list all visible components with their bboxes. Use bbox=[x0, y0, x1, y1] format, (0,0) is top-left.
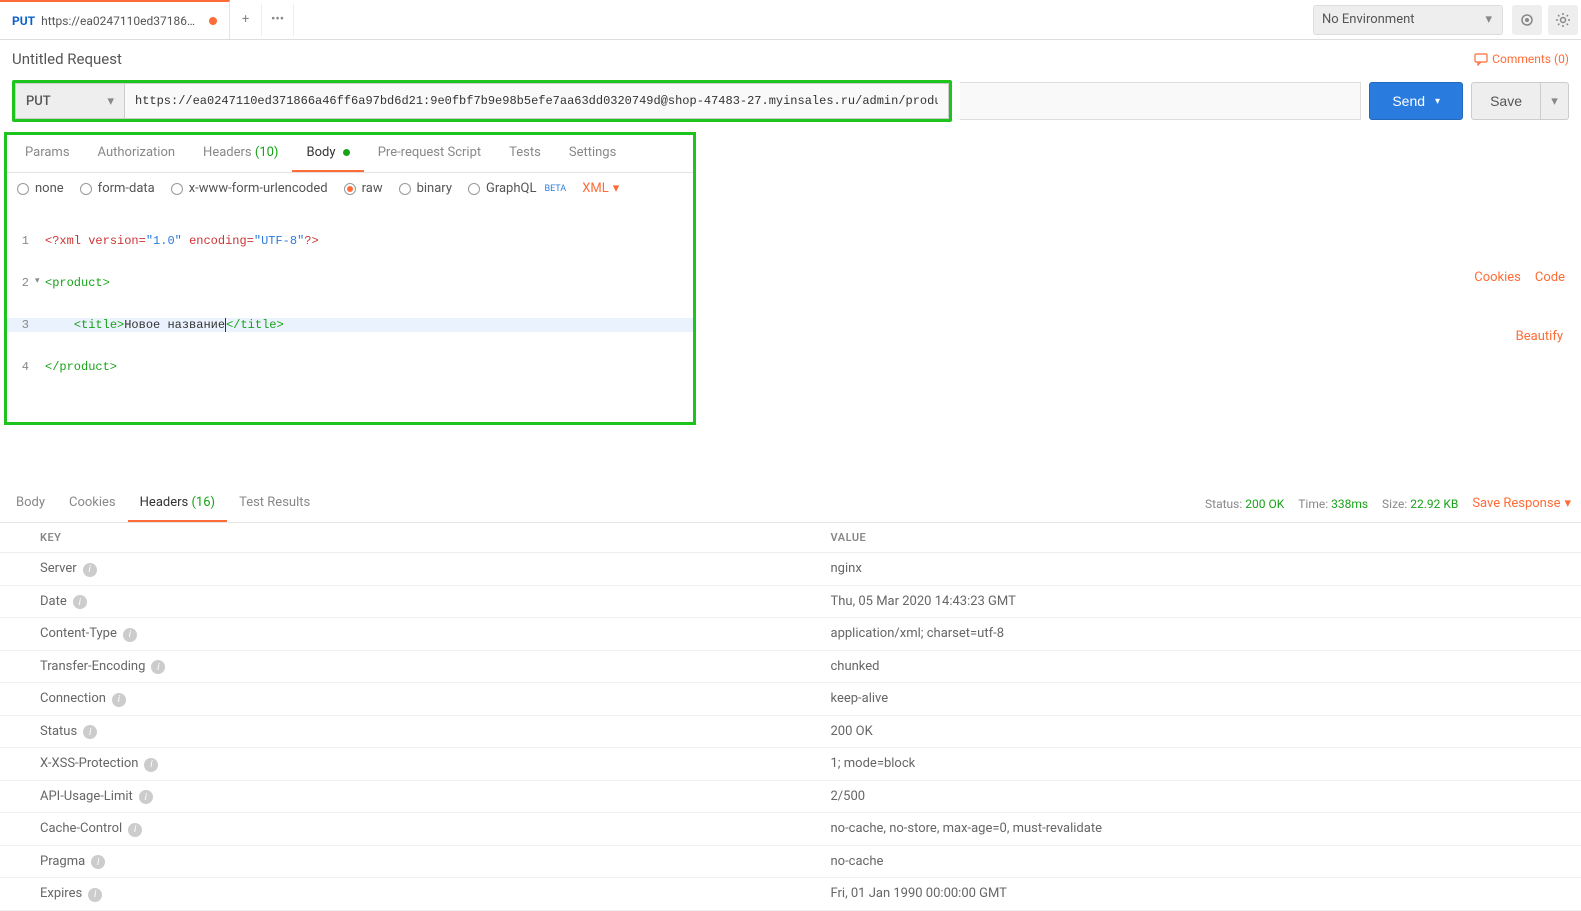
tab-headers[interactable]: Headers (10) bbox=[189, 135, 292, 172]
header-value: 1; mode=block bbox=[791, 748, 1581, 781]
body-editor[interactable]: 1 <?xml version="1.0" encoding="UTF-8"?>… bbox=[7, 204, 693, 422]
tab-settings[interactable]: Settings bbox=[555, 135, 630, 172]
table-row: API-Usage-Limiti2/500 bbox=[0, 780, 1581, 813]
header-key: Datei bbox=[0, 585, 791, 618]
tab-body[interactable]: Body bbox=[292, 135, 363, 172]
header-key: Pragmai bbox=[0, 845, 791, 878]
info-icon[interactable]: i bbox=[88, 888, 102, 902]
table-row: X-XSS-Protectioni1; mode=block bbox=[0, 748, 1581, 781]
col-key: KEY bbox=[0, 523, 791, 553]
save-button[interactable]: Save bbox=[1471, 82, 1541, 120]
header-value: 2/500 bbox=[791, 780, 1581, 813]
response-size: 22.92 KB bbox=[1410, 497, 1458, 511]
table-row: Connectionikeep-alive bbox=[0, 683, 1581, 716]
table-row: Pragmaino-cache bbox=[0, 845, 1581, 878]
tab-overflow-button[interactable]: ••• bbox=[262, 4, 294, 36]
unsaved-dot-icon bbox=[209, 17, 217, 25]
comments-button[interactable]: Comments (0) bbox=[1474, 52, 1569, 66]
resp-tab-headers[interactable]: Headers (16) bbox=[128, 485, 227, 522]
col-value: VALUE bbox=[791, 523, 1581, 553]
tab-params[interactable]: Params bbox=[11, 135, 84, 172]
info-icon[interactable]: i bbox=[73, 595, 87, 609]
header-value: Fri, 01 Jan 1990 00:00:00 GMT bbox=[791, 878, 1581, 911]
header-key: Transfer-Encodingi bbox=[0, 650, 791, 683]
header-key: Expiresi bbox=[0, 878, 791, 911]
save-dropdown-button[interactable]: ▾ bbox=[1541, 82, 1569, 120]
tab-authorization[interactable]: Authorization bbox=[84, 135, 190, 172]
environment-select[interactable]: No Environment bbox=[1313, 5, 1503, 35]
header-value: Thu, 05 Mar 2020 14:43:23 GMT bbox=[791, 585, 1581, 618]
header-key: API-Usage-Limiti bbox=[0, 780, 791, 813]
body-graphql-radio[interactable]: GraphQLBETA bbox=[468, 181, 566, 196]
tab-prerequest[interactable]: Pre-request Script bbox=[364, 135, 495, 172]
url-input[interactable] bbox=[125, 83, 949, 119]
header-value: chunked bbox=[791, 650, 1581, 683]
header-value: 200 OK bbox=[791, 715, 1581, 748]
header-value: keep-alive bbox=[791, 683, 1581, 716]
request-title[interactable]: Untitled Request bbox=[12, 50, 1474, 68]
settings-gear-icon[interactable] bbox=[1548, 5, 1578, 35]
tab-label: https://ea0247110ed371866a4... bbox=[41, 14, 201, 28]
body-none-radio[interactable]: none bbox=[17, 181, 64, 196]
header-value: no-cache bbox=[791, 845, 1581, 878]
send-button[interactable]: Send bbox=[1369, 82, 1463, 120]
body-changed-dot-icon bbox=[343, 149, 350, 156]
table-row: Cache-Controlino-cache, no-store, max-ag… bbox=[0, 813, 1581, 846]
resp-tab-testresults[interactable]: Test Results bbox=[227, 485, 322, 522]
table-row: ExpiresiFri, 01 Jan 1990 00:00:00 GMT bbox=[0, 878, 1581, 911]
beautify-link[interactable]: Beautify bbox=[1516, 329, 1581, 344]
header-key: Cache-Controli bbox=[0, 813, 791, 846]
info-icon[interactable]: i bbox=[91, 855, 105, 869]
chevron-down-icon: ▾ bbox=[613, 181, 620, 196]
request-body-highlight: Params Authorization Headers (10) Body P… bbox=[4, 132, 696, 425]
request-tab[interactable]: PUT https://ea0247110ed371866a4... bbox=[0, 0, 230, 39]
response-time: 338ms bbox=[1331, 497, 1368, 511]
url-spacer bbox=[960, 82, 1361, 120]
header-key: X-XSS-Protectioni bbox=[0, 748, 791, 781]
chevron-down-icon: ▾ bbox=[1564, 496, 1571, 511]
info-icon[interactable]: i bbox=[151, 660, 165, 674]
cookies-link[interactable]: Cookies bbox=[1474, 270, 1521, 285]
save-response-button[interactable]: Save Response ▾ bbox=[1472, 496, 1571, 511]
info-icon[interactable]: i bbox=[112, 693, 126, 707]
tab-method: PUT bbox=[12, 14, 35, 28]
env-quicklook-icon[interactable] bbox=[1512, 5, 1542, 35]
comment-icon bbox=[1474, 52, 1488, 66]
tab-tests[interactable]: Tests bbox=[495, 135, 555, 172]
header-key: Statusi bbox=[0, 715, 791, 748]
info-icon[interactable]: i bbox=[139, 790, 153, 804]
response-headers-table: KEY VALUE ServeringinxDateiThu, 05 Mar 2… bbox=[0, 523, 1581, 911]
resp-tab-cookies[interactable]: Cookies bbox=[57, 485, 128, 522]
top-bar: PUT https://ea0247110ed371866a4... + •••… bbox=[0, 0, 1581, 40]
table-row: DateiThu, 05 Mar 2020 14:43:23 GMT bbox=[0, 585, 1581, 618]
body-raw-radio[interactable]: raw bbox=[344, 181, 383, 196]
info-icon[interactable]: i bbox=[83, 725, 97, 739]
info-icon[interactable]: i bbox=[144, 758, 158, 772]
header-key: Serveri bbox=[0, 553, 791, 586]
table-row: Content-Typeiapplication/xml; charset=ut… bbox=[0, 618, 1581, 651]
table-row: Serveringinx bbox=[0, 553, 1581, 586]
body-format-select[interactable]: XML ▾ bbox=[582, 181, 619, 196]
http-method-select[interactable]: PUT bbox=[15, 83, 125, 119]
body-formdata-radio[interactable]: form-data bbox=[80, 181, 155, 196]
header-key: Connectioni bbox=[0, 683, 791, 716]
header-key: Content-Typei bbox=[0, 618, 791, 651]
header-value: no-cache, no-store, max-age=0, must-reva… bbox=[791, 813, 1581, 846]
header-value: application/xml; charset=utf-8 bbox=[791, 618, 1581, 651]
code-link[interactable]: Code bbox=[1535, 270, 1565, 285]
response-status: 200 OK bbox=[1245, 497, 1284, 511]
info-icon[interactable]: i bbox=[128, 823, 142, 837]
body-urlencoded-radio[interactable]: x-www-form-urlencoded bbox=[171, 181, 328, 196]
new-tab-button[interactable]: + bbox=[230, 4, 262, 36]
table-row: Transfer-Encodingichunked bbox=[0, 650, 1581, 683]
header-value: nginx bbox=[791, 553, 1581, 586]
method-url-highlight: PUT bbox=[12, 80, 952, 122]
resp-tab-body[interactable]: Body bbox=[4, 485, 57, 522]
info-icon[interactable]: i bbox=[123, 628, 137, 642]
body-binary-radio[interactable]: binary bbox=[399, 181, 452, 196]
table-row: Statusi200 OK bbox=[0, 715, 1581, 748]
info-icon[interactable]: i bbox=[83, 563, 97, 577]
